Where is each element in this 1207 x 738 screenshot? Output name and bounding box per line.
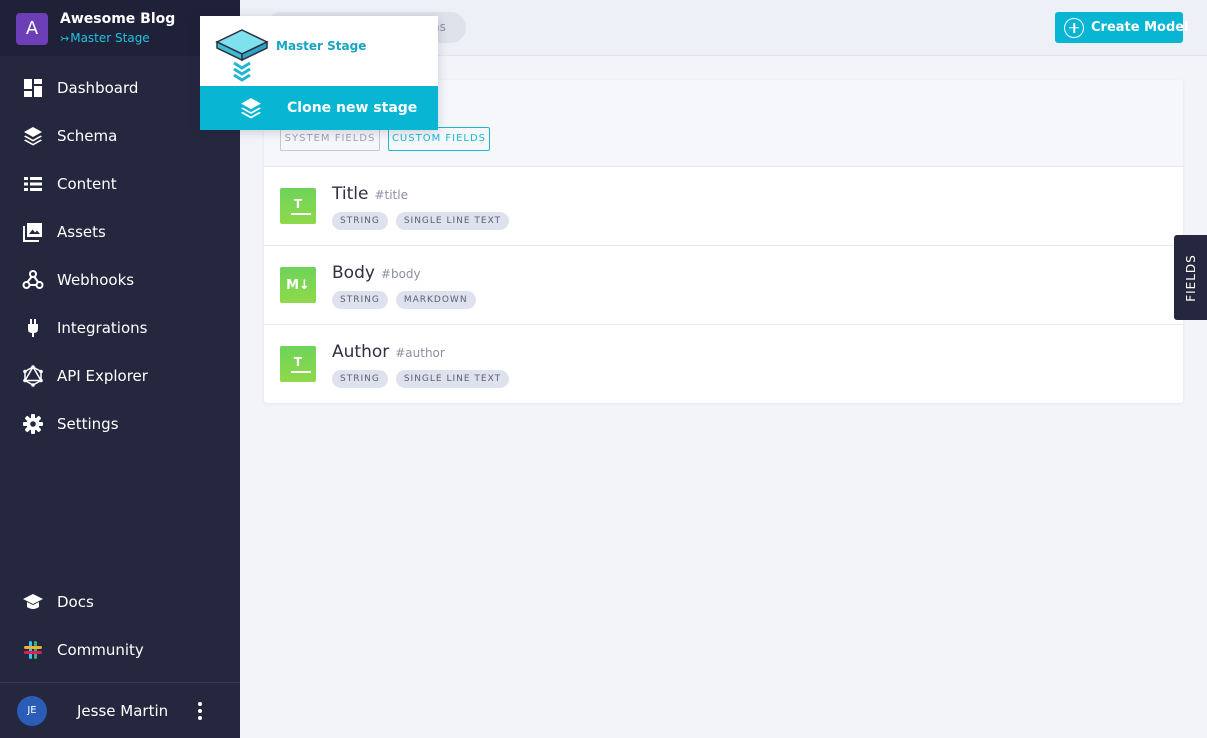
field-tag: SINGLE LINE TEXT — [395, 212, 510, 230]
nav-label: Assets — [57, 223, 106, 241]
field-api-id: #author — [395, 346, 445, 360]
field-name: Title #title — [332, 184, 408, 204]
graduation-cap-icon — [22, 591, 44, 613]
tab-custom-fields[interactable]: CUSTOM FIELDS — [388, 127, 490, 151]
fields-side-tab-label: FIELDS — [1183, 253, 1198, 302]
text-field-icon: T — [280, 346, 316, 382]
field-tags: STRING MARKDOWN — [332, 291, 476, 309]
create-model-button[interactable]: Create Model — [1055, 12, 1189, 43]
nav-label: Docs — [57, 593, 94, 611]
gear-icon — [22, 413, 44, 435]
more-vertical-icon[interactable] — [192, 697, 208, 725]
markdown-field-icon: M↓ — [280, 267, 316, 303]
stage-option-label: Master Stage — [276, 39, 367, 53]
stage-option-master[interactable]: Master Stage — [200, 16, 438, 86]
nav-item-assets[interactable]: Assets — [0, 208, 240, 256]
project-stage: ↣Master Stage — [60, 31, 150, 45]
field-tag: STRING — [332, 291, 388, 309]
nav-item-content[interactable]: Content — [0, 160, 240, 208]
clone-stage-button[interactable]: Clone new stage — [200, 86, 438, 130]
field-row-author[interactable]: T Author #author STRING SINGLE LINE TEXT — [264, 325, 1183, 404]
nav-item-api-explorer[interactable]: API Explorer — [0, 352, 240, 400]
create-model-label: Create Model — [1091, 20, 1189, 35]
nav-label: Webhooks — [57, 271, 135, 289]
field-tag: STRING — [332, 370, 388, 388]
tab-system-fields[interactable]: SYSTEM FIELDS — [280, 127, 380, 151]
layers-icon — [240, 97, 262, 123]
text-field-icon: T — [280, 188, 316, 224]
layers-icon — [22, 125, 44, 147]
field-tag: MARKDOWN — [395, 291, 476, 309]
nav-label: Settings — [57, 415, 119, 433]
field-tag: STRING — [332, 212, 388, 230]
stage-dropdown: Master Stage Clone new stage — [200, 16, 438, 130]
dashboard-icon — [22, 77, 44, 99]
field-row-body[interactable]: M↓ Body #body STRING MARKDOWN — [264, 246, 1183, 325]
stage-arrow-icon: ↣ — [60, 32, 70, 45]
secondary-nav: Docs Community — [0, 578, 240, 674]
plus-circle-icon — [1064, 17, 1084, 38]
field-tags: STRING SINGLE LINE TEXT — [332, 212, 510, 230]
nav-item-docs[interactable]: Docs — [0, 578, 240, 626]
nav-label: API Explorer — [57, 367, 148, 385]
field-name: Author #author — [332, 342, 445, 362]
nav-label: Content — [57, 175, 117, 193]
project-stage-label: Master Stage — [70, 31, 150, 45]
nav-label: Schema — [57, 127, 118, 145]
user-name: Jesse Martin — [77, 702, 169, 720]
images-icon — [22, 221, 44, 243]
clone-stage-label: Clone new stage — [287, 100, 418, 116]
field-tags: STRING SINGLE LINE TEXT — [332, 370, 510, 388]
nav-label: Integrations — [57, 319, 148, 337]
avatar[interactable]: JE — [17, 696, 47, 726]
webhooks-icon — [22, 269, 44, 291]
nav-item-integrations[interactable]: Integrations — [0, 304, 240, 352]
user-section: JE Jesse Martin — [0, 683, 240, 738]
slack-icon — [22, 639, 44, 661]
stage-cube-icon — [214, 26, 270, 88]
field-tag: SINGLE LINE TEXT — [395, 370, 510, 388]
plug-icon — [22, 317, 44, 339]
field-api-id: #body — [380, 267, 421, 281]
project-name: Awesome Blog — [60, 11, 176, 27]
nav-item-community[interactable]: Community — [0, 626, 240, 674]
field-name: Body #body — [332, 263, 421, 283]
nav-label: Dashboard — [57, 79, 139, 97]
field-api-id: #title — [374, 188, 408, 202]
nav-item-settings[interactable]: Settings — [0, 400, 240, 448]
field-row-title[interactable]: T Title #title STRING SINGLE LINE TEXT — [264, 167, 1183, 246]
list-icon — [22, 173, 44, 195]
fields-side-tab[interactable]: FIELDS — [1174, 235, 1207, 320]
nav-label: Community — [57, 641, 144, 659]
project-avatar: A — [16, 13, 48, 45]
graphql-icon — [22, 365, 44, 387]
nav-item-webhooks[interactable]: Webhooks — [0, 256, 240, 304]
